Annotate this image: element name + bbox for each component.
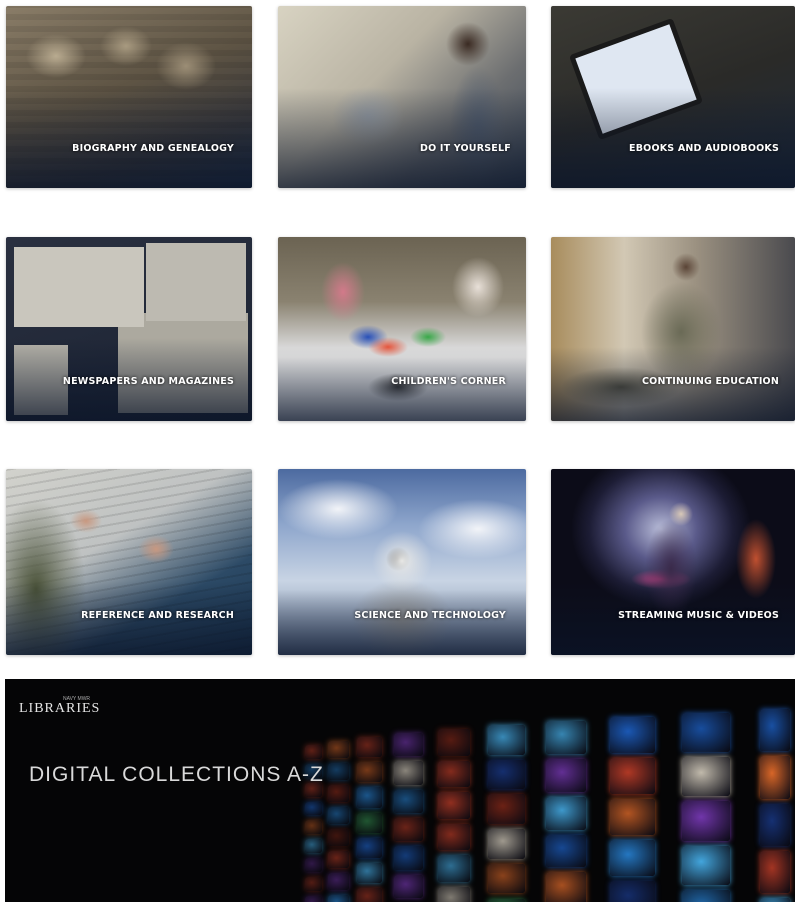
video-screen xyxy=(488,863,525,894)
video-screen xyxy=(357,737,383,758)
tile-ebooks-audiobooks[interactable]: EBOOKS AND AUDIOBOOKS xyxy=(551,6,795,188)
video-screen xyxy=(357,812,383,833)
video-screen xyxy=(437,823,471,851)
video-screen xyxy=(305,839,322,854)
video-screen xyxy=(305,858,322,873)
video-screen xyxy=(610,758,655,795)
video-screen xyxy=(327,895,349,902)
tile-label: NEWSPAPERS AND MAGAZINES xyxy=(62,376,234,387)
tile-label: CHILDREN'S CORNER xyxy=(391,376,506,387)
tile-label: SCIENCE AND TECHNOLOGY xyxy=(354,610,506,621)
tile-continuing-education[interactable]: CONTINUING EDUCATION xyxy=(551,237,795,421)
video-screen xyxy=(610,840,655,877)
video-screen xyxy=(610,717,655,754)
video-screen xyxy=(437,729,471,756)
video-screen xyxy=(394,846,423,870)
tile-science-technology[interactable]: SCIENCE AND TECHNOLOGY xyxy=(278,469,526,655)
video-screen xyxy=(488,829,525,859)
video-screen xyxy=(357,787,383,808)
video-screen xyxy=(305,745,322,759)
tile-label: CONTINUING EDUCATION xyxy=(642,376,779,387)
video-screen xyxy=(488,794,525,825)
video-screen xyxy=(437,886,471,902)
video-screen xyxy=(394,874,423,899)
video-screen xyxy=(327,829,349,847)
video-screen xyxy=(357,888,383,902)
video-screen xyxy=(760,756,790,799)
video-screen xyxy=(394,761,423,785)
tile-newspapers-magazines[interactable]: NEWSPAPERS AND MAGAZINES xyxy=(6,237,252,421)
video-screen xyxy=(357,862,383,884)
video-screen xyxy=(610,881,655,902)
video-screen xyxy=(327,807,349,825)
tile-label: BIOGRAPHY AND GENEALOGY xyxy=(72,143,234,154)
banner-title: DIGITAL COLLECTIONS A-Z xyxy=(29,763,324,786)
video-screen xyxy=(545,872,587,902)
video-screen xyxy=(545,721,587,754)
video-screen xyxy=(681,757,730,797)
video-screen xyxy=(437,792,471,819)
video-screen xyxy=(394,789,423,814)
video-screen xyxy=(760,709,790,752)
video-screen xyxy=(437,855,471,882)
video-screen xyxy=(681,845,730,885)
video-screen xyxy=(488,725,525,755)
tile-biography-genealogy[interactable]: BIOGRAPHY AND GENEALOGY xyxy=(6,6,252,188)
tile-childrens-corner[interactable]: CHILDREN'S CORNER xyxy=(278,237,526,421)
video-screen xyxy=(760,803,790,847)
screens-wall-image xyxy=(5,679,795,902)
video-screen xyxy=(327,741,349,759)
video-screen xyxy=(327,763,349,781)
video-screen xyxy=(394,733,423,757)
video-screen xyxy=(357,762,383,783)
tile-streaming-music-videos[interactable]: STREAMING MUSIC & VIDEOS xyxy=(551,469,795,655)
digital-collections-banner[interactable]: NAVY MWR LIBRARIES DIGITAL COLLECTIONS A… xyxy=(5,679,795,902)
video-screen xyxy=(305,895,322,902)
video-screen xyxy=(327,785,349,803)
tile-do-it-yourself[interactable]: DO IT YOURSELF xyxy=(278,6,526,188)
video-screen xyxy=(681,889,730,902)
video-screen xyxy=(545,834,587,868)
tile-reference-research[interactable]: REFERENCE AND RESEARCH xyxy=(6,469,252,655)
video-screen xyxy=(681,801,730,841)
video-screen xyxy=(488,759,525,790)
video-screen xyxy=(327,873,349,891)
video-screen xyxy=(357,837,383,858)
video-screen xyxy=(760,898,790,902)
tile-label: DO IT YOURSELF xyxy=(420,143,511,154)
video-screen xyxy=(488,898,525,902)
video-screen xyxy=(545,758,587,792)
video-screen xyxy=(610,799,655,836)
video-screen xyxy=(760,851,790,894)
video-screen xyxy=(327,851,349,869)
video-screen xyxy=(305,801,322,816)
video-screen xyxy=(305,877,322,891)
video-screen xyxy=(681,713,730,753)
tile-label: STREAMING MUSIC & VIDEOS xyxy=(618,610,779,621)
tile-label: REFERENCE AND RESEARCH xyxy=(81,610,234,621)
video-screen xyxy=(305,820,322,835)
libraries-logo: LIBRARIES xyxy=(19,701,101,716)
tile-label: EBOOKS AND AUDIOBOOKS xyxy=(629,143,779,154)
video-screen xyxy=(394,818,423,842)
video-screen xyxy=(545,796,587,830)
video-screen xyxy=(437,760,471,788)
